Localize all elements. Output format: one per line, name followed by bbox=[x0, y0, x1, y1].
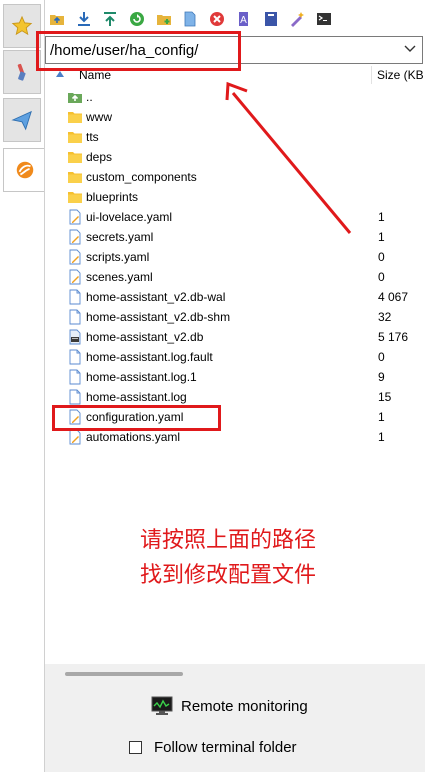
annotation-line-1: 请按照上面的路径 bbox=[140, 528, 317, 553]
monitor-icon bbox=[151, 696, 173, 715]
bottom-panel: Remote monitoring Follow terminal folder bbox=[45, 684, 425, 772]
annotation-arrow bbox=[225, 81, 352, 234]
scrollbar-thumb[interactable] bbox=[65, 672, 183, 676]
follow-terminal-checkbox[interactable]: Follow terminal folder bbox=[129, 739, 297, 756]
checkbox-box[interactable] bbox=[129, 741, 142, 754]
horizontal-scrollbar[interactable] bbox=[45, 664, 425, 684]
remote-monitoring-label: Remote monitoring bbox=[181, 697, 308, 715]
remote-monitoring-button[interactable]: Remote monitoring bbox=[151, 696, 308, 716]
annotation-line-2: 找到修改配置文件 bbox=[140, 563, 317, 588]
follow-terminal-label: Follow terminal folder bbox=[154, 739, 297, 756]
